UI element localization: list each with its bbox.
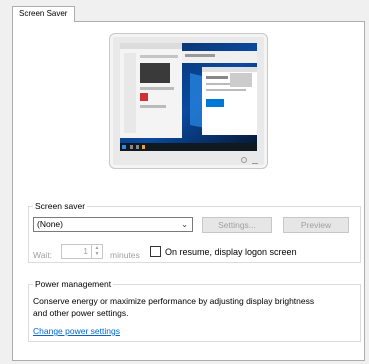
screen-saver-group-title: Screen saver <box>33 201 88 211</box>
power-management-group-title: Power management <box>33 279 114 289</box>
wait-value: 1 <box>83 246 88 256</box>
screen-saver-select[interactable]: (None) ⌄ <box>33 217 193 232</box>
monitor-preview <box>109 33 268 169</box>
preview-button[interactable]: Preview <box>283 217 349 233</box>
power-description: Conserve energy or maximize performance … <box>33 296 315 318</box>
tab-bar: Screen Saver <box>0 0 369 22</box>
minutes-label: minutes <box>110 250 140 260</box>
screen-saver-selected: (None) <box>37 219 63 229</box>
resume-label[interactable]: On resume, display logon screen <box>165 247 297 257</box>
preview-screen <box>120 43 257 151</box>
change-power-settings-link[interactable]: Change power settings <box>33 326 120 336</box>
wait-label: Wait: <box>33 250 53 260</box>
settings-button[interactable]: Settings... <box>202 217 272 233</box>
desktop-thumbnail <box>120 43 257 151</box>
spinner-arrows-icon[interactable]: ▲ ▼ <box>91 245 102 258</box>
monitor-mark-icon <box>252 163 258 164</box>
tab-screen-saver[interactable]: Screen Saver <box>12 6 75 22</box>
chevron-down-icon: ⌄ <box>181 220 188 229</box>
power-led-icon <box>241 157 247 163</box>
wait-spinner[interactable]: 1 ▲ ▼ <box>61 244 103 259</box>
resume-checkbox[interactable] <box>150 246 161 257</box>
